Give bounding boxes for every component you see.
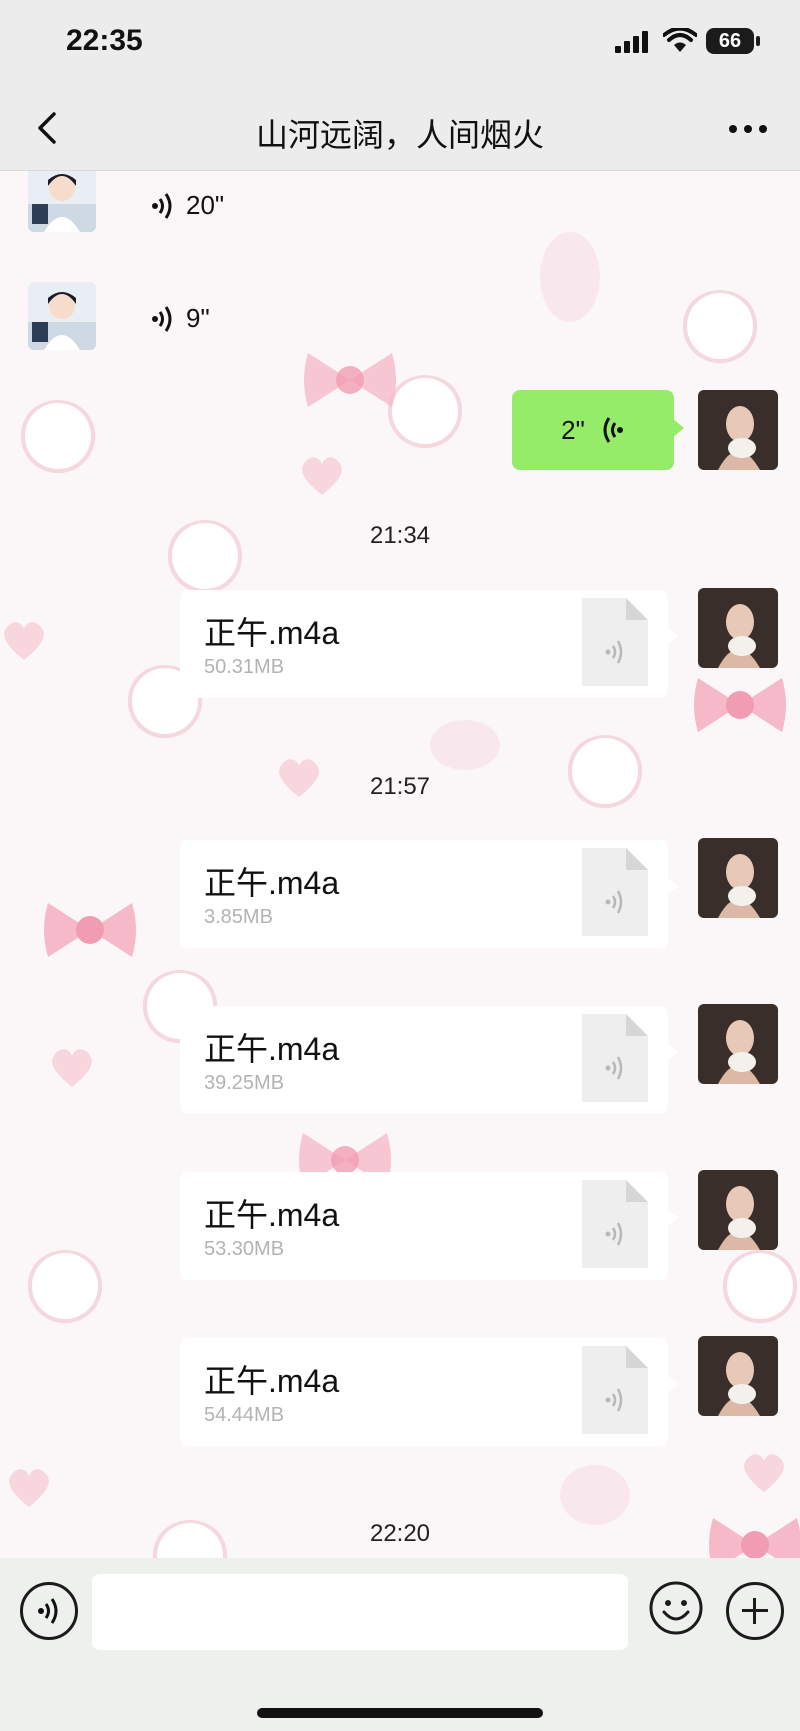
wifi-icon: [663, 28, 697, 52]
input-bar: [0, 1558, 800, 1731]
my-avatar[interactable]: [698, 390, 778, 470]
my-avatar[interactable]: [698, 588, 778, 668]
voice-icon: [603, 417, 623, 443]
emoji-icon[interactable]: [648, 1580, 704, 1636]
audio-file-icon: [582, 1346, 648, 1434]
timestamp: 22:20: [369, 1520, 431, 1547]
file-size: 53.30MB: [204, 1238, 285, 1260]
file-name: 正午.m4a: [204, 1363, 340, 1399]
chat-title: 山河远阔，人间烟火: [255, 117, 544, 153]
status-bar: 22:35 66: [0, 0, 800, 86]
timestamp: 21:57: [369, 773, 431, 800]
file-message[interactable]: 正午.m4a 50.31MB: [180, 590, 678, 698]
message-input[interactable]: [92, 1574, 628, 1650]
file-message[interactable]: 正午.m4a 54.44MB: [180, 1338, 678, 1446]
home-indicator: [257, 1708, 543, 1718]
file-size: 3.85MB: [204, 906, 273, 928]
audio-file-icon: [582, 1014, 648, 1102]
message-list: 20" 9" 2" 21:34 正午.m4a 50.31MB 21:57 正午.…: [0, 164, 800, 1558]
my-avatar[interactable]: [698, 1004, 778, 1084]
audio-file-icon: [582, 598, 648, 686]
file-name: 正午.m4a: [204, 865, 340, 901]
voice-input-button[interactable]: [20, 1582, 78, 1640]
file-message[interactable]: 正午.m4a 39.25MB: [180, 1006, 678, 1114]
more-icon[interactable]: [726, 114, 770, 144]
file-name: 正午.m4a: [204, 615, 340, 651]
file-message[interactable]: 正午.m4a 53.30MB: [180, 1172, 678, 1280]
file-size: 54.44MB: [204, 1404, 285, 1426]
timestamp: 21:34: [369, 522, 431, 549]
voice-duration: 20": [186, 190, 225, 220]
contact-avatar[interactable]: [28, 164, 96, 232]
voice-duration: 2": [561, 414, 585, 445]
contact-avatar[interactable]: [28, 282, 96, 350]
voice-icon: [38, 1598, 58, 1624]
voice-message[interactable]: 9": [150, 303, 210, 334]
cellular-signal-icon: [615, 31, 648, 53]
voice-message[interactable]: 20": [150, 190, 224, 221]
my-avatar[interactable]: [698, 1170, 778, 1250]
sent-voice-message[interactable]: 2": [512, 390, 684, 470]
file-size: 50.31MB: [204, 656, 285, 678]
voice-icon: [152, 192, 172, 219]
audio-file-icon: [582, 848, 648, 936]
file-name: 正午.m4a: [204, 1031, 340, 1067]
voice-icon: [152, 305, 172, 332]
status-time: 22:35: [66, 24, 143, 57]
battery-level: 66: [718, 30, 742, 52]
plus-icon[interactable]: [726, 1582, 784, 1640]
my-avatar[interactable]: [698, 838, 778, 918]
file-name: 正午.m4a: [204, 1197, 340, 1233]
battery-indicator: 66: [706, 28, 760, 54]
my-avatar[interactable]: [698, 1336, 778, 1416]
audio-file-icon: [582, 1180, 648, 1268]
file-message[interactable]: 正午.m4a 3.85MB: [180, 840, 678, 948]
voice-duration: 9": [186, 303, 210, 333]
file-size: 39.25MB: [204, 1072, 285, 1094]
chat-header: 山河远阔，人间烟火: [0, 86, 800, 171]
